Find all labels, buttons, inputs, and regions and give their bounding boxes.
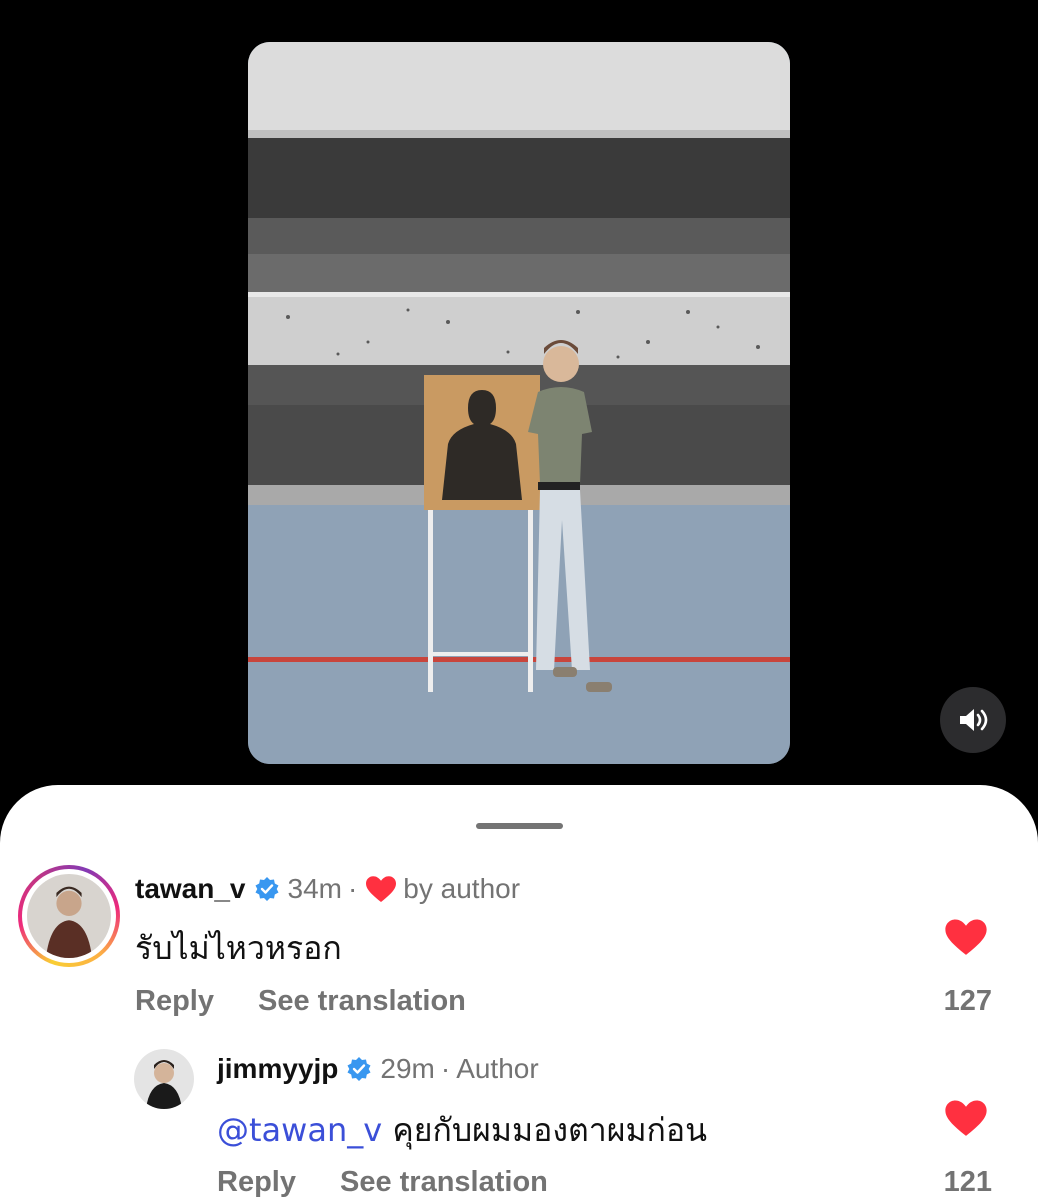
comment-actions: Reply See translation [135,985,466,1018]
reply-button[interactable]: Reply [217,1166,296,1199]
comments-sheet: tawan_v 34m · by author รับไม่ไหวหรอก Re… [0,785,1038,1200]
like-count: 121 [943,1166,992,1198]
comment-avatar-tawan_v[interactable] [18,865,120,967]
comment-avatar-jimmyyjp[interactable] [134,1049,194,1109]
see-translation-button[interactable]: See translation [258,985,466,1018]
heart-filled-icon [945,1100,987,1136]
verified-badge-icon [346,1056,372,1082]
comment-username[interactable]: jimmyyjp [217,1053,338,1085]
like-count: 127 [943,985,992,1017]
mention-link[interactable]: @tawan_v [217,1111,382,1149]
comment-meta: tawan_v 34m · by author [135,873,520,905]
like-button[interactable] [944,1098,988,1143]
comment-username[interactable]: tawan_v [135,873,246,905]
post-photo[interactable] [248,42,790,764]
speaker-volume-icon [960,709,988,731]
comment-time: 29m [380,1053,435,1084]
reply-button[interactable]: Reply [135,985,214,1018]
comment-actions: Reply See translation [217,1166,548,1199]
post-photo-image [248,42,790,764]
see-translation-button[interactable]: See translation [340,1166,548,1199]
like-button[interactable] [944,917,988,962]
separator: · [347,873,358,904]
heart-filled-icon [945,919,987,955]
avatar-image [134,1049,194,1109]
comment-body: คุยกับผมมองตาผมก่อน [392,1111,708,1149]
separator: · [440,1053,451,1084]
author-label: Author [456,1053,539,1084]
comment-text: รับไม่ไหวหรอก [135,929,342,967]
verified-badge-icon [254,876,280,902]
media-area [0,0,1038,800]
sheet-drag-handle[interactable] [476,823,563,829]
comment-meta: jimmyyjp 29m · Author [217,1053,539,1085]
liked-by-author-label: by author [403,873,521,904]
sound-toggle-button[interactable] [940,687,1006,753]
avatar-image [27,874,111,958]
comment-time: 34m [287,873,342,904]
red-heart-icon [365,875,397,903]
comment-text: @tawan_v คุยกับผมมองตาผมก่อน [217,1105,707,1156]
